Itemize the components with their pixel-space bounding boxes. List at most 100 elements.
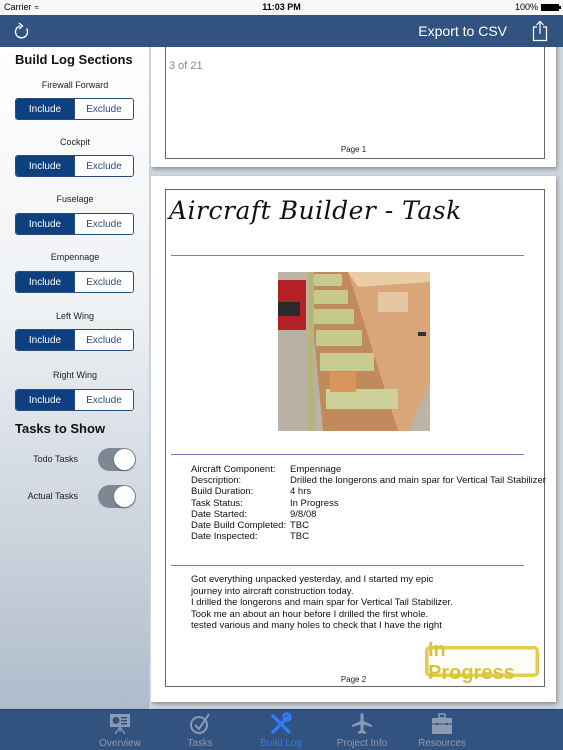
exclude-button[interactable]: Exclude	[74, 272, 133, 292]
segment-empennage: Include Exclude	[15, 271, 134, 293]
status-stamp: In Progress	[425, 639, 539, 684]
page-counter: 3 of 21	[167, 58, 205, 74]
exclude-button[interactable]: Exclude	[74, 156, 133, 176]
detail-row: Date Started: 9/8/08	[191, 509, 546, 520]
detail-row: Date Build Completed: TBC	[191, 520, 546, 531]
detail-key: Date Build Completed:	[191, 520, 287, 532]
share-button[interactable]	[531, 20, 549, 42]
detail-value: 9/8/08	[290, 508, 317, 520]
exclude-button[interactable]: Exclude	[74, 330, 133, 350]
detail-value: Drilled the longerons and main spar for …	[290, 475, 546, 487]
clock: 11:03 PM	[262, 2, 301, 12]
battery-percent: 100%	[514, 2, 538, 12]
detail-key: Task Status:	[191, 497, 243, 509]
sidebar: Build Log Sections Firewall Forward Incl…	[0, 47, 150, 709]
document-title: Aircraft Builder - Task	[169, 196, 462, 225]
tab-tasks[interactable]: Tasks	[165, 712, 235, 749]
document-page-2: Aircraft Builder - Task Aircraft Compone…	[151, 176, 556, 702]
section-label-right-wing: Right Wing	[52, 370, 97, 380]
app-screen: Carrier ≈ 11:03 PM 100% Export to CSV Bui…	[0, 0, 563, 750]
notes-line: Got everything unpacked yesterday, and I…	[191, 574, 434, 585]
segment-fuselage: Include Exclude	[15, 213, 134, 235]
detail-value: TBC	[290, 531, 309, 543]
refresh-button[interactable]	[12, 20, 32, 42]
share-icon	[532, 20, 548, 42]
include-button[interactable]: Include	[16, 99, 74, 119]
tab-project-info[interactable]: Project Info	[327, 712, 397, 749]
section-label-empennage: Empennage	[50, 252, 100, 262]
actual-tasks-row: Actual Tasks	[0, 485, 150, 509]
notes-line: I drilled the longerons and main spar fo…	[191, 597, 453, 609]
detail-row: Build Duration: 4 hrs	[191, 486, 546, 497]
task-notes: Got everything unpacked yesterday, and I…	[191, 574, 521, 632]
detail-value: In Progress	[290, 497, 339, 509]
airplane-icon	[352, 713, 372, 734]
segment-right-wing: Include Exclude	[15, 389, 134, 411]
todo-tasks-label: Todo Tasks	[33, 454, 78, 464]
tab-overview[interactable]: Overview	[85, 712, 155, 749]
build-log-sections-heading: Build Log Sections	[15, 52, 133, 67]
section-label-cockpit: Cockpit	[59, 137, 90, 147]
segment-cockpit: Include Exclude	[15, 155, 134, 177]
include-button[interactable]: Include	[16, 272, 74, 292]
tasks-to-show-heading: Tasks to Show	[15, 421, 106, 436]
detail-value: Empennage	[290, 464, 342, 475]
detail-key: Build Duration:	[191, 486, 254, 498]
divider-line	[171, 565, 524, 566]
exclude-button[interactable]: Exclude	[74, 390, 133, 410]
todo-tasks-toggle[interactable]	[98, 448, 136, 471]
task-photo	[278, 272, 430, 431]
aircraft-construction-photo	[278, 272, 430, 431]
briefcase-icon	[432, 713, 452, 734]
detail-row: Aircraft Component: Empennage	[191, 464, 546, 475]
exclude-button[interactable]: Exclude	[74, 99, 133, 119]
detail-row: Date Inspected: TBC	[191, 531, 546, 542]
task-details: Aircraft Component: Empennage Description…	[191, 464, 546, 542]
tab-build-log[interactable]: Build Log	[246, 712, 316, 749]
export-to-csv-button[interactable]: Export to CSV	[418, 23, 507, 39]
include-button[interactable]: Include	[16, 156, 74, 176]
tab-label: Resources	[418, 738, 466, 749]
page-number: Page 2	[340, 675, 367, 684]
include-button[interactable]: Include	[16, 214, 74, 234]
toggle-knob	[114, 449, 135, 470]
page-frame	[165, 47, 545, 159]
todo-tasks-row: Todo Tasks	[0, 448, 150, 472]
status-bar: Carrier ≈ 11:03 PM 100%	[0, 0, 563, 15]
detail-key: Aircraft Component:	[191, 464, 276, 475]
section-label-left-wing: Left Wing	[55, 311, 95, 321]
page-number: Page 1	[340, 145, 367, 154]
tab-resources[interactable]: Resources	[407, 712, 477, 749]
exclude-button[interactable]: Exclude	[74, 214, 133, 234]
divider-line	[171, 255, 524, 256]
toggle-knob	[114, 486, 135, 507]
segment-left-wing: Include Exclude	[15, 329, 134, 351]
tab-bar: Overview Tasks Build Log Project Info Re…	[0, 709, 563, 750]
tools-icon	[271, 712, 292, 734]
notes-line: journey into aircraft construction today…	[191, 585, 354, 597]
refresh-icon	[14, 22, 29, 39]
section-label-firewall-forward: Firewall Forward	[41, 80, 109, 90]
detail-value: 4 hrs	[290, 486, 312, 498]
document-page-1: 3 of 21 Page 1	[151, 47, 556, 167]
document-viewer[interactable]: 3 of 21 Page 1 Aircraft Builder - Task A…	[151, 47, 563, 709]
battery-indicator: 100%	[514, 2, 561, 12]
actual-tasks-label: Actual Tasks	[27, 491, 78, 501]
actual-tasks-toggle[interactable]	[98, 485, 136, 508]
detail-row: Description: Drilled the longerons and ma…	[191, 475, 546, 486]
detail-value: TBC	[290, 520, 309, 532]
tab-label: Tasks	[187, 738, 213, 749]
check-circle-icon	[190, 713, 210, 734]
segment-firewall-forward: Include Exclude	[15, 98, 134, 120]
notes-line: Took me an about an hour before I drille…	[191, 608, 429, 620]
tab-label: Overview	[99, 738, 141, 749]
tab-label: Project Info	[336, 738, 388, 749]
include-button[interactable]: Include	[16, 330, 74, 350]
detail-key: Date Started:	[191, 508, 247, 520]
include-button[interactable]: Include	[16, 390, 74, 410]
detail-key: Description:	[191, 475, 242, 487]
tab-label: Build Log	[260, 738, 302, 749]
divider-line	[171, 454, 524, 455]
presentation-icon	[110, 714, 130, 735]
navigation-bar: Export to CSV	[0, 15, 563, 47]
